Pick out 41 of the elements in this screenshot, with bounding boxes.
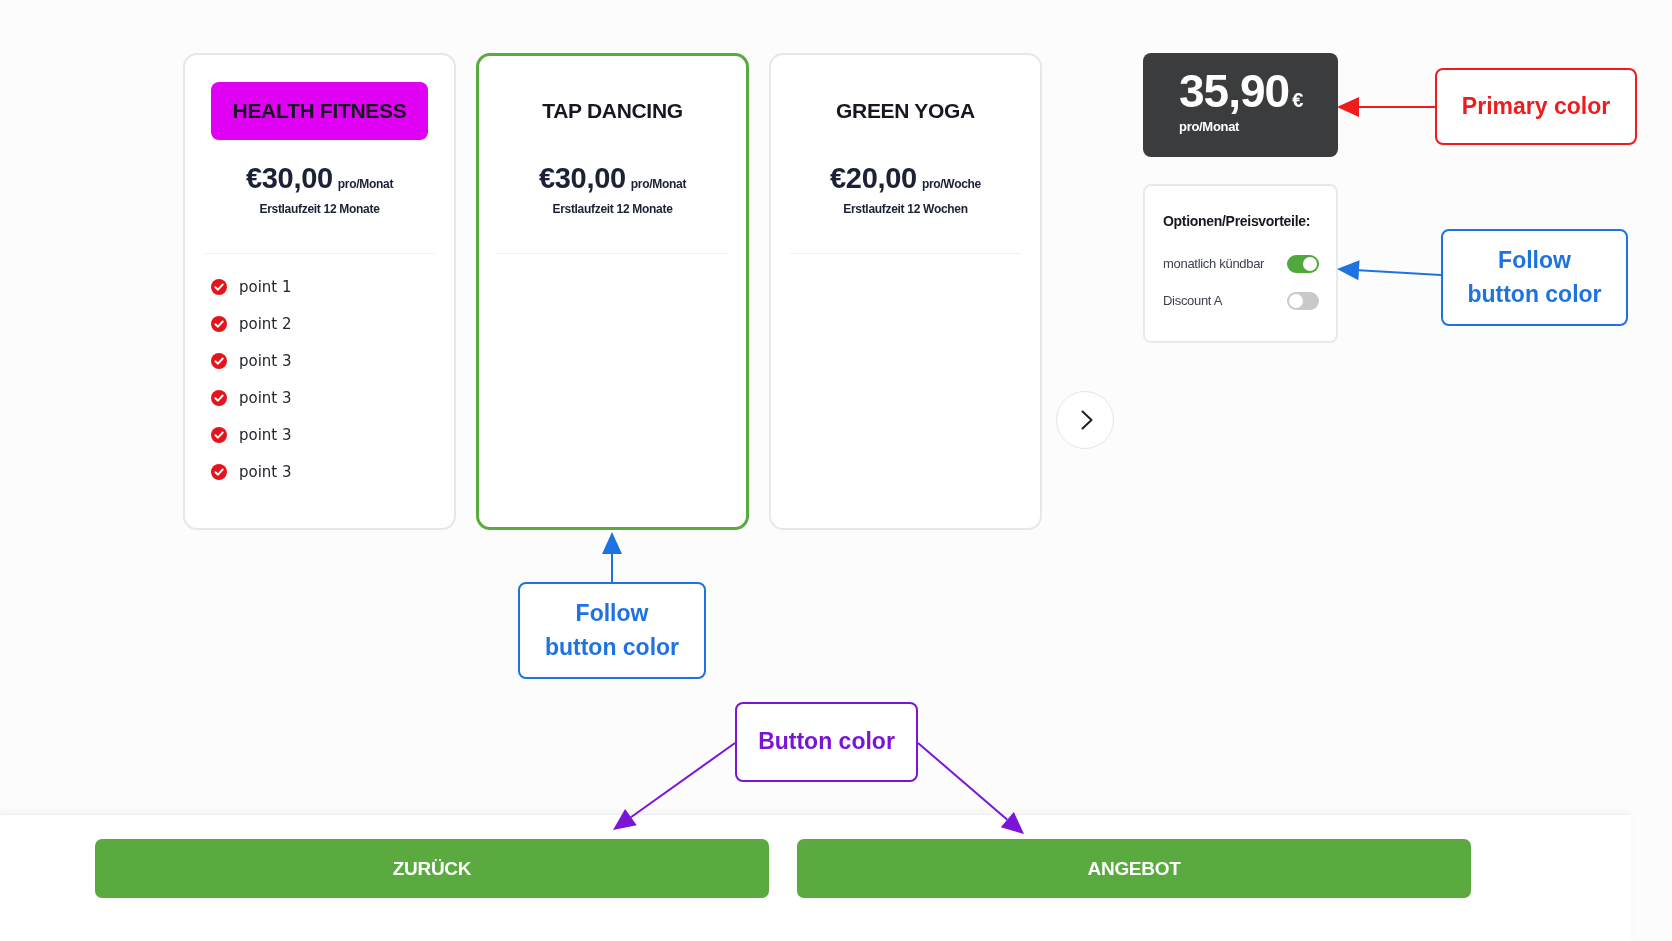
plan-price: €20,00 <box>830 162 917 195</box>
check-icon <box>211 278 227 295</box>
plan-title: GREEN YOGA <box>836 99 975 123</box>
option-label: Discount A <box>1163 293 1223 308</box>
plan-title: HEALTH FITNESS <box>210 82 429 140</box>
price-period: pro/Monat <box>1179 118 1240 134</box>
check-icon <box>211 315 227 332</box>
feature-text: point 2 <box>239 314 292 333</box>
plan-term: Erstlaufzeit 12 Wochen <box>843 202 968 216</box>
plan-price: €30,00 <box>538 162 626 195</box>
plan-card[interactable]: HEALTH FITNESS €30,00 pro/Monat Erstlaufzeit 12 Monate point 1 point 2 point 3 point 3 point 3 point 3 <box>183 53 456 530</box>
feature-text: point 3 <box>239 425 292 444</box>
feature-text: point 3 <box>239 388 292 407</box>
feature-text: point 3 <box>239 462 292 481</box>
check-icon <box>211 352 227 369</box>
check-icon <box>211 389 227 406</box>
annotation-callout: Follow button color <box>518 582 706 679</box>
plan-term: Erstlaufzeit 12 Monate <box>552 202 673 216</box>
plan-price: €30,00 <box>245 162 333 195</box>
callout-arrow <box>602 532 622 583</box>
currency-symbol: € <box>1292 89 1303 112</box>
feature-text: point 3 <box>239 351 292 370</box>
toggle-switch[interactable] <box>1287 254 1319 273</box>
price-period: pro/Monat <box>630 177 687 191</box>
plan-term: Erstlaufzeit 12 Monate <box>259 202 380 216</box>
plan-card[interactable]: TAP DANCING €30,00 pro/Monat Erstlaufzeit 12 Monate <box>476 53 749 530</box>
total-price: 35,90 <box>1179 66 1290 117</box>
annotation-callout: Button color <box>735 702 918 782</box>
feature-text: point 1 <box>239 277 292 296</box>
price-period: pro/Woche <box>921 177 981 191</box>
check-icon <box>211 426 227 443</box>
check-icon <box>211 463 227 480</box>
annotation-callout: Follow button color <box>1441 229 1628 326</box>
plan-card[interactable]: GREEN YOGA €20,00 pro/Woche Erstlaufzeit 12 Wochen <box>769 53 1042 530</box>
options-title: Optionen/Preisvorteile: <box>1163 213 1311 229</box>
price-period: pro/Monat <box>337 177 394 191</box>
toggle-switch[interactable] <box>1287 291 1319 310</box>
annotation-callout: Primary color <box>1435 68 1637 145</box>
plan-title: TAP DANCING <box>542 99 683 123</box>
option-label: monatlich kündbar <box>1163 256 1265 271</box>
chevron-right-icon <box>1080 410 1093 430</box>
